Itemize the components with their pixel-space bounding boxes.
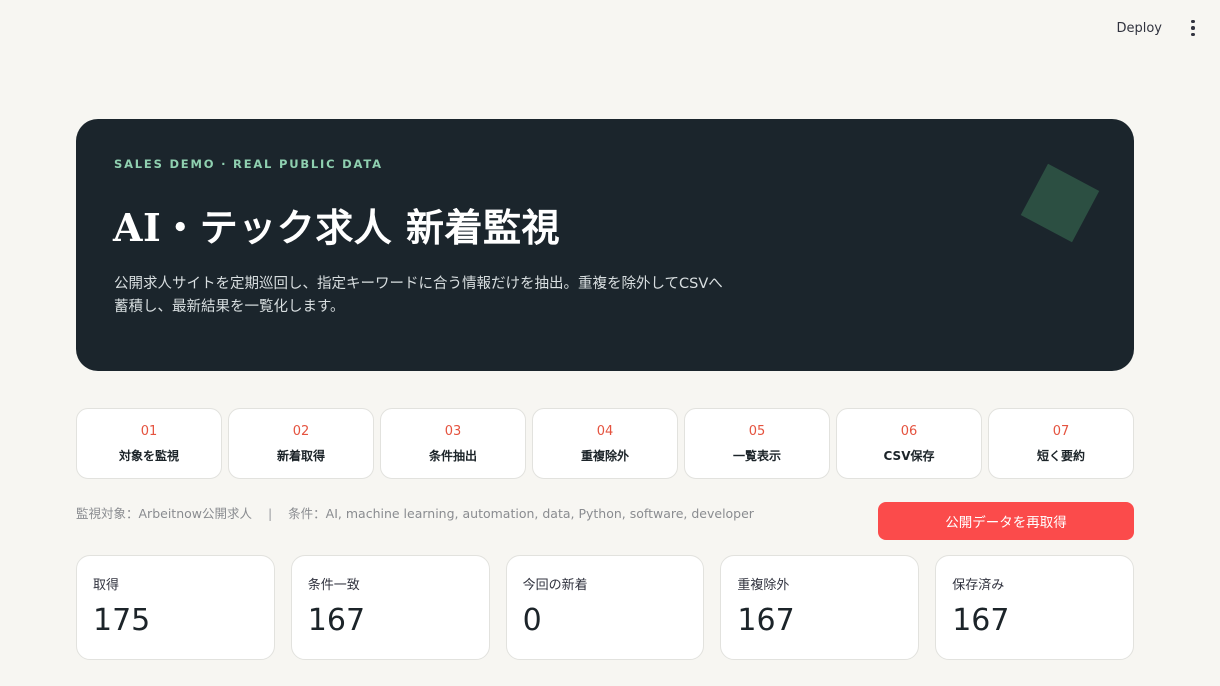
hero-eyebrow: SALES DEMO · REAL PUBLIC DATA: [114, 157, 383, 171]
metric-value: 167: [737, 603, 795, 638]
metric-value: 175: [93, 603, 151, 638]
refetch-public-data-button[interactable]: 公開データを再取得: [878, 502, 1134, 540]
top-toolbar: Deploy: [1108, 14, 1202, 42]
app-page: Deploy SALES DEMO · REAL PUBLIC DATA AI・…: [0, 0, 1220, 686]
hero-description: 公開求人サイトを定期巡回し、指定キーワードに合う情報だけを抽出。重複を除外してC…: [114, 273, 774, 319]
hero-description-line: 公開求人サイトを定期巡回し、指定キーワードに合う情報だけを抽出。重複を除外してC…: [114, 276, 723, 292]
step-label: 短く要約: [1036, 448, 1085, 463]
step-label: 新着取得: [276, 448, 325, 463]
metric-card-saved: 保存済み 167: [935, 555, 1134, 660]
hero-banner: SALES DEMO · REAL PUBLIC DATA AI・テック求人 新…: [76, 119, 1134, 371]
step-card-07: 07 短く要約: [988, 408, 1134, 479]
step-card-04: 04 重複除外: [532, 408, 678, 479]
step-card-06: 06 CSV保存: [836, 408, 982, 479]
step-number: 03: [444, 423, 462, 439]
menu-dot: [1191, 19, 1195, 24]
hero-description-line: 蓄積し、最新結果を一覧化します。: [114, 299, 345, 315]
step-label: 対象を監視: [118, 448, 179, 463]
metric-label: 条件一致: [307, 578, 360, 593]
info-separator: |: [267, 506, 273, 521]
step-number: 04: [596, 423, 614, 439]
metric-label: 重複除外: [737, 578, 790, 593]
step-number: 02: [292, 423, 310, 439]
step-number: 01: [140, 423, 158, 439]
step-label: 一覧表示: [732, 448, 781, 463]
metric-value: 0: [522, 603, 542, 638]
metric-value: 167: [952, 603, 1010, 638]
metric-card-matched: 条件一致 167: [290, 555, 490, 660]
step-number: 05: [748, 423, 766, 439]
metric-card-deduplicated: 重複除外 167: [720, 555, 920, 660]
decorative-diamond-shape: [1020, 163, 1100, 243]
metrics-row: 取得 175 条件一致 167 今回の新着 0 重複除外 167 保存済み 16…: [76, 555, 1134, 660]
monitor-info-line: 監視対象：Arbeitnow公開求人 | 条件：AI, machine lear…: [76, 503, 856, 522]
deploy-button[interactable]: Deploy: [1108, 17, 1170, 40]
page-title: AI・テック求人 新着監視: [113, 205, 560, 250]
step-number: 06: [900, 423, 918, 439]
workflow-steps: 01 対象を監視 02 新着取得 03 条件抽出 04 重複除外 05 一覧表示…: [76, 408, 1134, 479]
monitor-target-text: 監視対象：Arbeitnow公開求人: [76, 506, 252, 521]
menu-dot: [1191, 32, 1195, 37]
metric-card-new: 今回の新着 0: [505, 555, 705, 660]
step-label: 重複除外: [580, 448, 629, 463]
step-card-01: 01 対象を監視: [76, 408, 222, 479]
step-card-03: 03 条件抽出: [380, 408, 526, 479]
metric-label: 保存済み: [952, 578, 1005, 593]
metric-value: 167: [307, 603, 366, 638]
more-vertical-icon[interactable]: [1184, 14, 1202, 42]
metric-card-fetched: 取得 175: [76, 555, 275, 660]
monitor-conditions-text: 条件：AI, machine learning, automation, dat…: [288, 506, 754, 521]
step-card-05: 05 一覧表示: [684, 408, 830, 479]
metric-label: 取得: [93, 578, 120, 593]
menu-dot: [1191, 26, 1195, 30]
metric-label: 今回の新着: [522, 578, 588, 593]
step-number: 07: [1052, 423, 1070, 439]
step-label: 条件抽出: [428, 448, 477, 463]
step-card-02: 02 新着取得: [228, 408, 374, 479]
step-label: CSV保存: [883, 448, 935, 463]
